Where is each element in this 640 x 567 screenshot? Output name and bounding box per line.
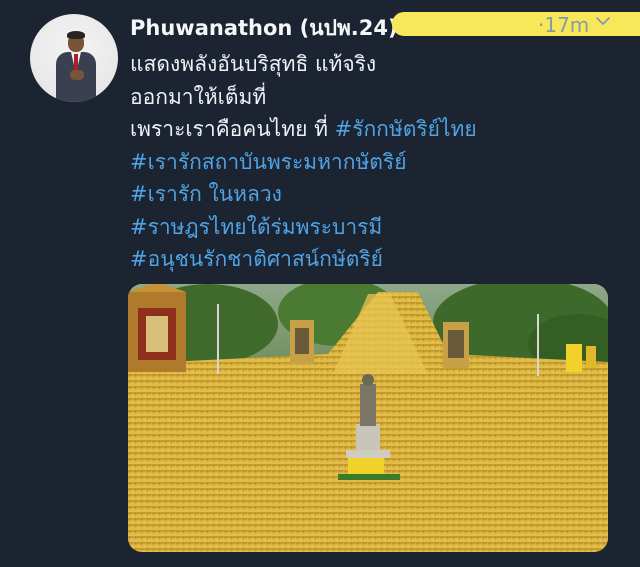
tweet: Phuwanathon (นปพ.24) ·17m แสดงพลังอันบริ… xyxy=(0,0,640,567)
author-display-name[interactable]: Phuwanathon (นปพ.24) xyxy=(130,12,398,45)
avatar-hair xyxy=(67,31,85,39)
mid-portrait-frame xyxy=(290,320,314,364)
hashtag-link[interactable]: #เรารักสถาบันพระมหากษัตริย์ xyxy=(130,146,610,179)
avatar-hands xyxy=(70,70,84,80)
tweet-line: เพราะเราคือคนไทย ที่ #รักกษัตริย์ไทย xyxy=(130,113,610,146)
tweet-line: ออกมาให้เต็มที่ xyxy=(130,84,267,109)
tweet-text: แสดงพลังอันบริสุทธิ แท้จริง ออกมาให้เต็ม… xyxy=(130,48,610,276)
tweet-photo[interactable] xyxy=(128,284,608,552)
avatar[interactable] xyxy=(30,14,118,102)
crowd-photo xyxy=(128,284,608,552)
hashtag-link[interactable]: #อนุชนรักชาติศาสน์กษัตริย์ xyxy=(130,243,610,276)
hashtag-link[interactable]: #รักกษัตริย์ไทย xyxy=(335,117,477,141)
right-portrait-frame xyxy=(443,322,469,368)
tweet-line-text: เพราะเราคือคนไทย ที่ xyxy=(130,117,335,141)
tweet-line: แสดงพลังอันบริสุทธิ แท้จริง xyxy=(130,52,377,76)
hashtag-link[interactable]: #เรารัก ในหลวง xyxy=(130,178,610,211)
timestamp[interactable]: ·17m xyxy=(538,13,589,37)
hashtag-link[interactable]: #ราษฎรไทยใต้ร่มพระบารมี xyxy=(130,211,610,244)
tweet-header: Phuwanathon (นปพ.24) ·17m xyxy=(130,10,640,45)
left-pavilion xyxy=(128,284,186,372)
yellow-banner xyxy=(586,346,596,368)
yellow-banner xyxy=(566,344,582,372)
chevron-down-icon[interactable] xyxy=(595,13,611,29)
